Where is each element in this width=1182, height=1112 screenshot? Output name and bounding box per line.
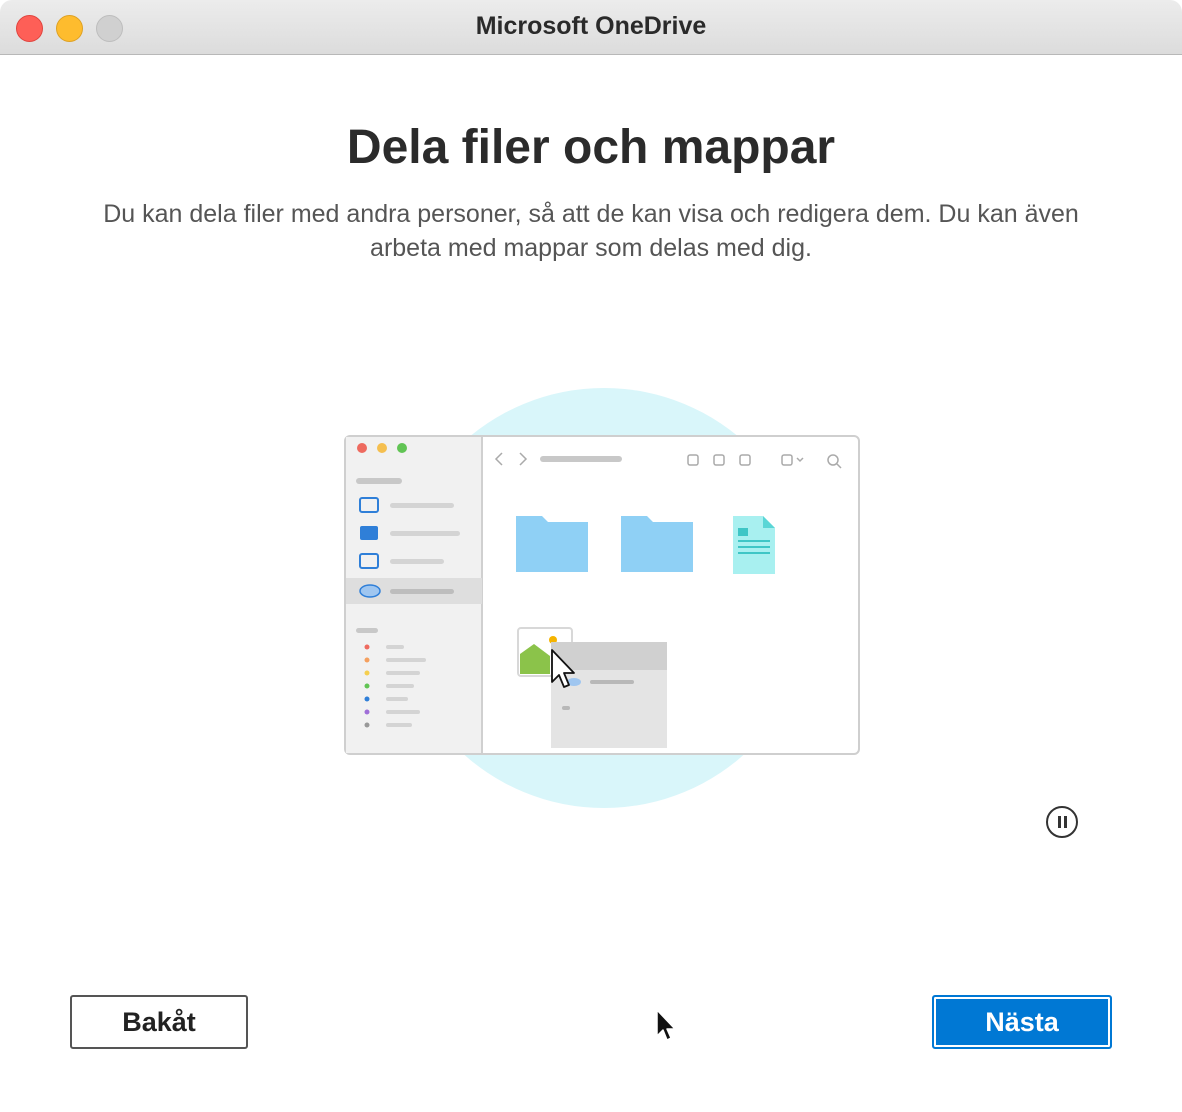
- title-bar: Microsoft OneDrive: [0, 0, 1182, 55]
- page-title: Dela filer och mappar: [346, 121, 836, 174]
- pause-icon[interactable]: [1046, 806, 1078, 838]
- back-button[interactable]: Bakåt: [70, 995, 248, 1049]
- mouse-pointer-icon: [656, 1009, 676, 1041]
- window-title: Microsoft OneDrive: [475, 12, 707, 40]
- next-button[interactable]: Nästa: [932, 995, 1112, 1049]
- page-subtitle: Du kan dela filer med andra personer, så…: [103, 200, 1079, 262]
- onedrive-window: Microsoft OneDrive Dela filer och mappar…: [0, 0, 1182, 1112]
- sharing-illustration: [344, 388, 860, 808]
